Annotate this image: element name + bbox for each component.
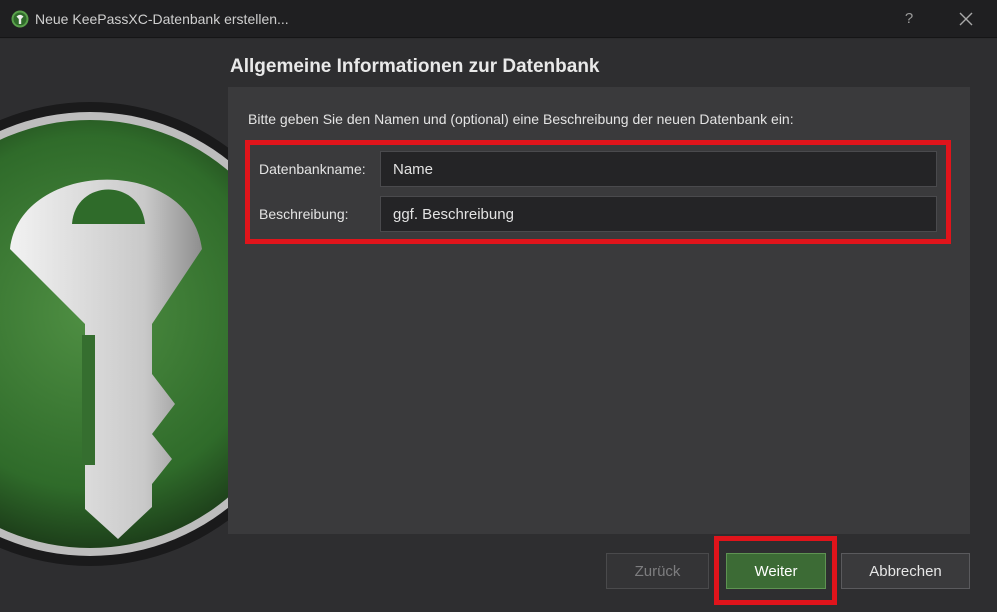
help-button[interactable]: ? [894, 4, 924, 34]
content-panel: Bitte geben Sie den Namen und (optional)… [228, 87, 970, 534]
title-bar: Neue KeePassXC-Datenbank erstellen... ? [0, 0, 997, 38]
close-icon [959, 12, 973, 26]
intro-text: Bitte geben Sie den Namen und (optional)… [248, 111, 794, 127]
keepassxc-logo-icon [11, 10, 29, 28]
wizard-body: Allgemeine Informationen zur Datenbank B… [0, 39, 997, 612]
page-heading: Allgemeine Informationen zur Datenbank [230, 56, 600, 77]
window-title: Neue KeePassXC-Datenbank erstellen... [35, 11, 289, 27]
form-highlight-box [245, 140, 951, 244]
next-button-highlight-box [714, 536, 837, 605]
close-button[interactable] [950, 4, 982, 34]
back-button[interactable]: Zurück [606, 553, 709, 589]
cancel-button[interactable]: Abbrechen [841, 553, 970, 589]
